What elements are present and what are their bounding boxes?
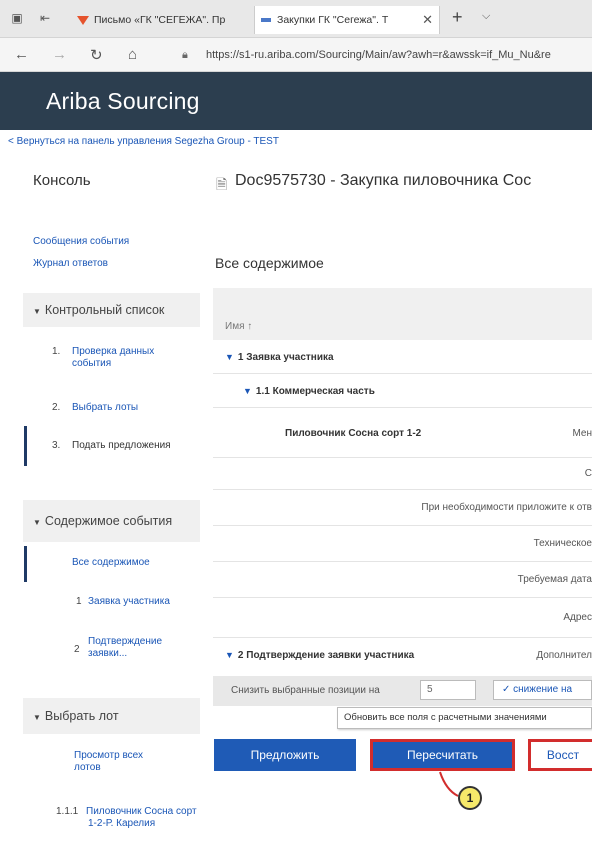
recalculate-button[interactable]: Пересчитать <box>370 739 515 771</box>
checklist-section-header[interactable]: ▼ Контрольный список <box>23 293 200 327</box>
step-review-event[interactable]: 1. Проверка данных события <box>24 346 200 376</box>
triangle-down-icon: ▼ <box>243 386 252 396</box>
reduction-type-select[interactable]: ✓ снижение на <box>493 680 592 700</box>
reduce-label: Снизить выбранные позиции на <box>231 685 380 696</box>
table-row: При необходимости приложите к отв <box>213 490 592 526</box>
back-icon[interactable]: ← <box>14 46 29 63</box>
content-item-label: Просмотр всех лотов <box>74 750 143 773</box>
reduce-amount-input[interactable]: 5 <box>420 680 476 700</box>
app-title: Ariba Sourcing <box>46 88 200 114</box>
table-row: Техническое <box>213 526 592 562</box>
sort-up-icon: ↑ <box>247 321 253 332</box>
row-field-label: Адрес <box>563 612 592 623</box>
document-icon: 🗎︎ <box>216 176 228 192</box>
console-title: Консоль <box>33 172 91 189</box>
item-menu-link[interactable]: Мен <box>572 428 592 439</box>
recalculate-bar: Снизить выбранные позиции на 5 ✓ снижени… <box>213 676 592 706</box>
step-submit-bids[interactable]: 3. Подать предложения <box>24 426 200 466</box>
mail-favicon-icon <box>77 16 89 25</box>
select-lot-section-header[interactable]: ▼ Выбрать лот <box>23 698 200 734</box>
step-number: 2. <box>52 402 61 413</box>
checklist-title: Контрольный список <box>44 303 165 317</box>
additional-link[interactable]: Дополнител <box>536 650 592 661</box>
forward-icon[interactable]: → <box>52 46 67 63</box>
content-item-label: Подтверждение заявки... <box>88 636 163 659</box>
refresh-icon[interactable]: ↻ <box>90 46 103 64</box>
view-all-lots-link[interactable]: Просмотр всех лотов <box>24 750 200 780</box>
document-title: Doc9575730 - Закупка пиловочника Сос <box>235 172 532 189</box>
step-label: Выбрать лоты <box>72 402 139 413</box>
tab-mail[interactable]: Письмо «ГК "СЕГЕЖА". Пр <box>72 6 248 34</box>
step-label: Подать предложения <box>72 440 171 451</box>
event-contents-section-header[interactable]: ▼ Содержимое события <box>23 500 200 542</box>
table-row: ▼ 1.1 Коммерческая часть <box>213 374 592 408</box>
content-item-label: Заявка участника <box>88 596 170 607</box>
step-select-lots[interactable]: 2. Выбрать лоты <box>24 402 200 418</box>
chevron-down-icon[interactable]: ⌵ <box>482 10 490 23</box>
app-header: Ariba Sourcing <box>0 72 592 130</box>
callout-marker: 1 <box>458 786 482 810</box>
recalculate-tooltip: Обновить все поля с расчетными значениям… <box>337 707 592 729</box>
restore-button[interactable]: Восст <box>528 739 592 771</box>
table-row: ▼ 2 Подтверждение заявки участника Дополн… <box>213 638 592 674</box>
triangle-down-icon: ▼ <box>33 307 41 316</box>
table-row: Требуемая дата <box>213 562 592 598</box>
lot-item[interactable]: 1.1.1 Пиловочник Сосна сорт 1-2-Р. Карел… <box>24 806 200 846</box>
content-item-label: Пиловочник Сосна сорт 1-2-Р. Карелия <box>86 806 197 829</box>
tab-label: Закупки ГК "Сегежа". Т <box>277 14 389 26</box>
content-title: Все содержимое <box>215 255 324 271</box>
triangle-down-icon: ▼ <box>33 518 41 527</box>
lot-number: 1.1.1 <box>56 806 79 817</box>
select-lot-title: Выбрать лот <box>44 709 119 723</box>
set-aside-tabs-icon[interactable]: ⇤ <box>38 11 52 25</box>
content-item-bid[interactable]: 1 Заявка участника <box>24 596 200 612</box>
step-number: 3. <box>52 440 61 451</box>
triangle-down-icon: ▼ <box>225 352 234 362</box>
triangle-down-icon: ▼ <box>33 713 41 722</box>
row-label[interactable]: ▼ 2 Подтверждение заявки участника <box>225 650 414 661</box>
address-bar-row: ← → ↻ ⌂ 🔒︎ https://s1-ru.ariba.com/Sourc… <box>0 38 592 72</box>
event-contents-title: Содержимое события <box>44 514 173 528</box>
content-item-number: 1 <box>76 596 82 607</box>
table-row: Адрес <box>213 598 592 638</box>
row-label[interactable]: ▼ 1.1 Коммерческая часть <box>243 386 375 397</box>
table-row: ▼ 1 Заявка участника <box>213 340 592 374</box>
url-field[interactable]: 🔒︎ https://s1-ru.ariba.com/Sourcing/Main… <box>170 44 592 66</box>
step-label: Проверка данных события <box>72 346 155 369</box>
lock-icon: 🔒︎ <box>182 49 188 61</box>
row-field-label: При необходимости приложите к отв <box>421 502 592 513</box>
content-item-label: Все содержимое <box>72 557 150 568</box>
tab-label: Письмо «ГК "СЕГЕЖА". Пр <box>94 14 226 26</box>
row-field-label: С <box>584 468 592 479</box>
close-icon[interactable]: ✕ <box>422 6 433 34</box>
tab-actions-icon[interactable]: ▣ <box>10 11 24 25</box>
sidebar: Консоль Сообщения события Журнал ответов… <box>0 150 200 845</box>
new-tab-icon[interactable]: + <box>452 7 463 28</box>
row-field-label: Техническое <box>533 538 592 549</box>
row-field-label: Требуемая дата <box>517 574 592 585</box>
event-messages-link[interactable]: Сообщения события <box>33 236 129 247</box>
response-log-link[interactable]: Журнал ответов <box>33 258 108 269</box>
url-text: https://s1-ru.ariba.com/Sourcing/Main/aw… <box>206 49 551 61</box>
table-row: С <box>213 458 592 490</box>
column-header-name[interactable]: Имя ↑ <box>225 321 252 332</box>
tab-procurement[interactable]: Закупки ГК "Сегежа". Т ✕ <box>254 6 440 34</box>
browser-tab-bar: ▣ ⇤ Письмо «ГК "СЕГЕЖА". Пр Закупки ГК "… <box>0 0 592 38</box>
contents-table: Имя ↑ ▼ 1 Заявка участника ▼ 1.1 Коммерчес… <box>213 288 592 736</box>
home-icon[interactable]: ⌂ <box>128 46 137 63</box>
submit-button[interactable]: Предложить <box>214 739 356 771</box>
content-item-number: 2 <box>74 644 80 655</box>
ariba-favicon-icon <box>261 18 271 22</box>
table-row: Пиловочник Сосна сорт 1-2 Мен <box>213 408 592 458</box>
row-label[interactable]: ▼ 1 Заявка участника <box>225 352 334 363</box>
back-to-dashboard-link[interactable]: < Вернуться на панель управления Segezha… <box>8 136 279 147</box>
step-number: 1. <box>52 346 61 357</box>
content-item-confirmation[interactable]: 2 Подтверждение заявки... <box>24 636 200 666</box>
table-header: Имя ↑ <box>213 288 592 340</box>
triangle-down-icon: ▼ <box>225 650 234 660</box>
item-label: Пиловочник Сосна сорт 1-2 <box>285 428 422 439</box>
content-item-all[interactable]: Все содержимое <box>24 546 200 582</box>
